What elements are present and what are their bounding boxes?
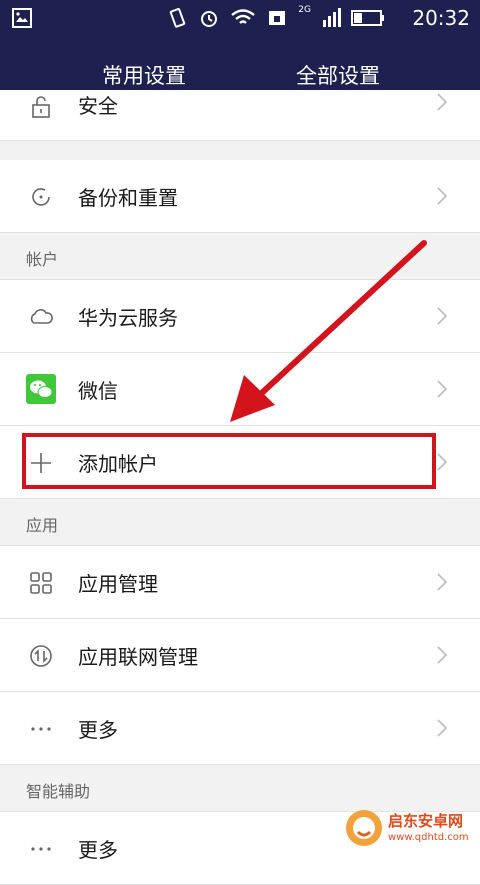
status-bar: 2G 20:32 [0, 0, 480, 38]
chevron-right-icon [437, 380, 448, 398]
chevron-right-icon [437, 573, 448, 591]
wifi-icon [231, 9, 256, 24]
list-item-security[interactable]: 安全 [0, 90, 480, 141]
chevron-right-icon [437, 307, 448, 325]
watermark-logo: 启东安卓网 www.qdhtd.com [344, 806, 474, 850]
cloud-icon [30, 309, 53, 324]
chevron-right-icon [437, 719, 448, 737]
list-item-more-apps[interactable]: 更多 [0, 692, 480, 765]
watermark-url: www.qdhtd.com [388, 832, 469, 843]
list-item-label: 更多 [78, 838, 118, 862]
list-item-app-management[interactable]: 应用管理 [0, 546, 480, 619]
data-transfer-icon [30, 645, 52, 667]
vibrate-icon [170, 8, 186, 28]
list-item-backup[interactable]: 备份和重置 [0, 160, 480, 233]
list-item-label: 华为云服务 [78, 306, 178, 330]
clock: 20:32 [412, 6, 470, 30]
chevron-right-icon [437, 93, 448, 111]
alarm-icon [201, 11, 218, 27]
chevron-right-icon [437, 187, 448, 205]
list-item-wechat[interactable]: 微信 [0, 353, 480, 426]
image-icon [12, 8, 32, 28]
lock-icon [32, 96, 50, 118]
list-item-label: 更多 [78, 718, 118, 742]
tab-all-settings[interactable]: 全部设置 [296, 60, 380, 90]
section-header-account: 帐户 [0, 233, 480, 280]
watermark-icon [346, 810, 382, 846]
network-type: 2G [298, 5, 311, 15]
highlight-box [22, 433, 436, 489]
section-header-smart-assist: 智能辅助 [0, 765, 480, 812]
more-icon [31, 847, 51, 851]
tab-common-settings[interactable]: 常用设置 [102, 60, 186, 90]
battery-icon [351, 10, 384, 26]
list-item-label: 应用联网管理 [78, 645, 198, 669]
chevron-right-icon [437, 646, 448, 664]
list-item-huawei-cloud[interactable]: 华为云服务 [0, 280, 480, 353]
signal-icon [323, 8, 341, 27]
backup-icon [32, 188, 50, 206]
list-item-label: 备份和重置 [78, 186, 178, 210]
grid-icon [30, 572, 52, 594]
more-icon [31, 727, 51, 731]
watermark-title: 启东安卓网 [388, 812, 464, 830]
wechat-icon [26, 374, 56, 404]
section-header-apps: 应用 [0, 499, 480, 546]
sim-icon [269, 11, 286, 25]
list-item-label: 应用管理 [78, 572, 158, 596]
list-item-app-network[interactable]: 应用联网管理 [0, 619, 480, 692]
list-item-label: 安全 [78, 94, 118, 118]
list-item-label: 微信 [78, 379, 118, 403]
